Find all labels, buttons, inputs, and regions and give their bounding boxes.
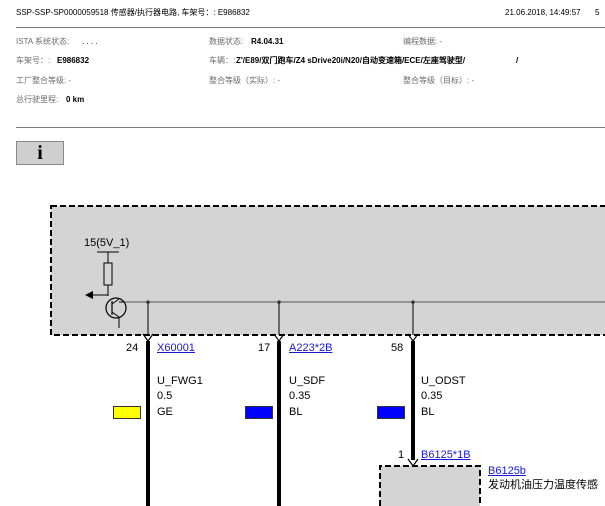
pin-number-2: 17: [258, 342, 271, 354]
wire-name-3: U_ODST: [421, 375, 466, 387]
connector-link-2[interactable]: A223*2B: [289, 342, 332, 355]
connector-link-1[interactable]: X60001: [157, 342, 195, 355]
supply-label: 15(5V_1): [84, 237, 130, 249]
wire-name-1: U_FWG1: [157, 375, 203, 387]
wiring-schematic: [50, 205, 605, 506]
wire-cross-section-2: 0.35: [289, 390, 311, 402]
sensor-pin-mark: [407, 458, 419, 468]
wire-cross-section-1: 0.5: [157, 390, 173, 402]
wire-name-2: U_SDF: [289, 375, 326, 387]
wire-cross-section-3: 0.35: [421, 390, 443, 402]
wire-color-swatch-3: [377, 406, 405, 419]
wire-color-swatch-1: [113, 406, 141, 419]
sensor-box: [380, 466, 480, 506]
control-module-box: [50, 205, 605, 336]
wire-color-code-2: BL: [289, 406, 303, 418]
wire-color-code-1: GE: [157, 406, 173, 418]
sensor-id-link[interactable]: B6125b: [488, 465, 526, 478]
wire-color-swatch-2: [245, 406, 273, 419]
sensor-pin-number: 1: [398, 449, 405, 461]
pin-number-1: 24: [126, 342, 139, 354]
sensor-connector-link[interactable]: B6125*1B: [421, 449, 471, 462]
wire-color-code-3: BL: [421, 406, 435, 418]
sensor-name: 发动机油压力温度传感: [488, 479, 598, 491]
pin-number-3: 58: [391, 342, 404, 354]
